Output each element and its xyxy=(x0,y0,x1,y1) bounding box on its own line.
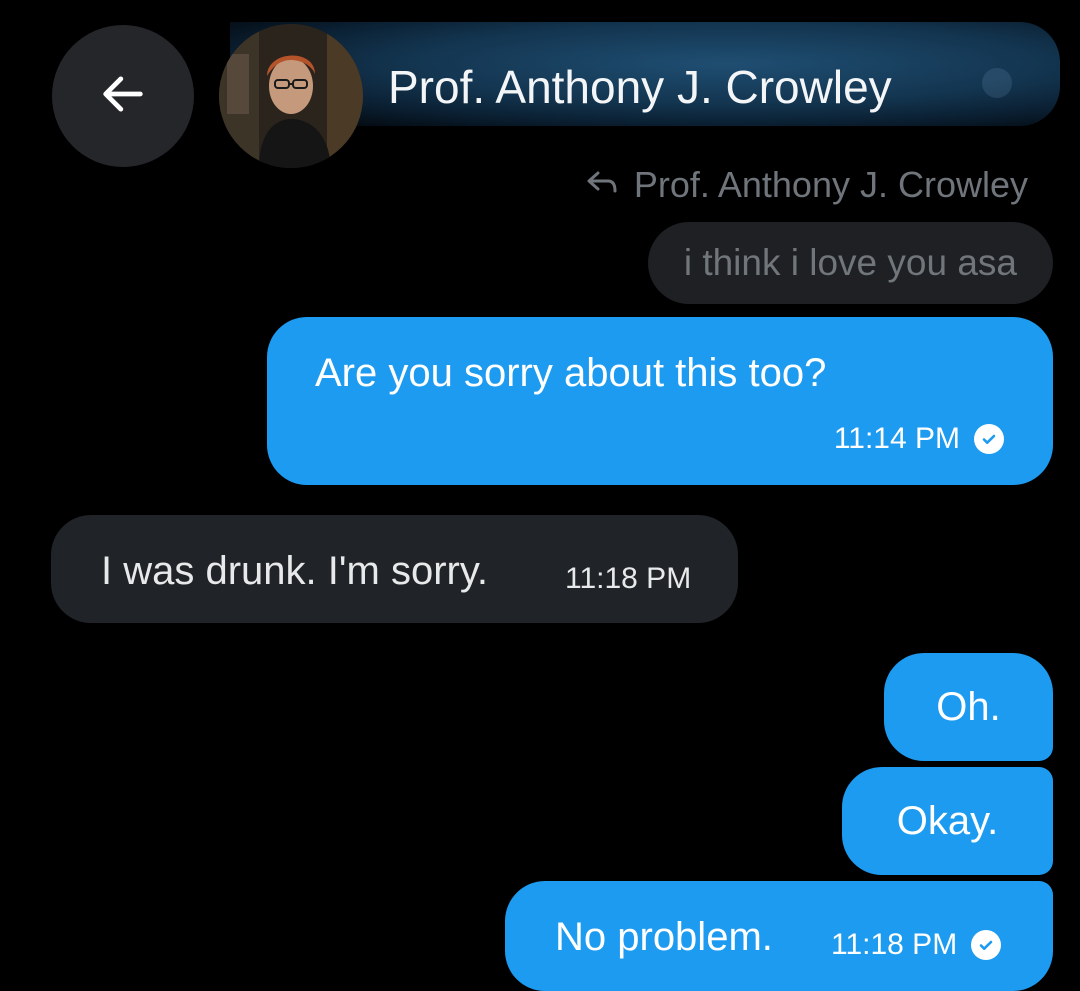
message-time: 11:18 PM xyxy=(565,562,692,595)
reply-to-name: Prof. Anthony J. Crowley xyxy=(633,164,1028,205)
message-time: 11:14 PM xyxy=(833,422,960,455)
message-text: Are you sorry about this too? xyxy=(315,351,827,395)
read-check-icon xyxy=(971,930,1002,960)
message-bubble-incoming[interactable]: I was drunk. I'm sorry. 11:18 PM xyxy=(51,515,738,623)
contact-name[interactable]: Prof. Anthony J. Crowley xyxy=(388,64,892,110)
message-text: I was drunk. I'm sorry. xyxy=(101,549,488,593)
message-text: Okay. xyxy=(896,798,999,843)
message-bubble-outgoing[interactable]: Oh. xyxy=(884,653,1053,761)
back-button[interactable] xyxy=(52,25,194,167)
quoted-message[interactable]: i think i love you asa xyxy=(647,222,1053,304)
read-check-icon xyxy=(974,424,1004,454)
message-meta: 11:18 PM xyxy=(831,928,1002,962)
message-text: Oh. xyxy=(936,684,1001,729)
avatar[interactable] xyxy=(219,24,363,168)
message-meta: 11:14 PM xyxy=(834,422,1004,456)
reply-context-label: Prof. Anthony J. Crowley xyxy=(584,164,1028,206)
message-bubble-outgoing[interactable]: No problem. 11:18 PM xyxy=(505,881,1053,991)
message-bubble-outgoing[interactable]: Okay. xyxy=(842,767,1053,875)
message-text: No problem. xyxy=(555,915,773,959)
message-bubble-outgoing[interactable]: Are you sorry about this too? xyxy=(267,317,1053,485)
arrow-left-icon xyxy=(97,68,149,125)
message-time: 11:18 PM xyxy=(831,928,958,961)
reply-arrow-icon xyxy=(584,164,620,206)
